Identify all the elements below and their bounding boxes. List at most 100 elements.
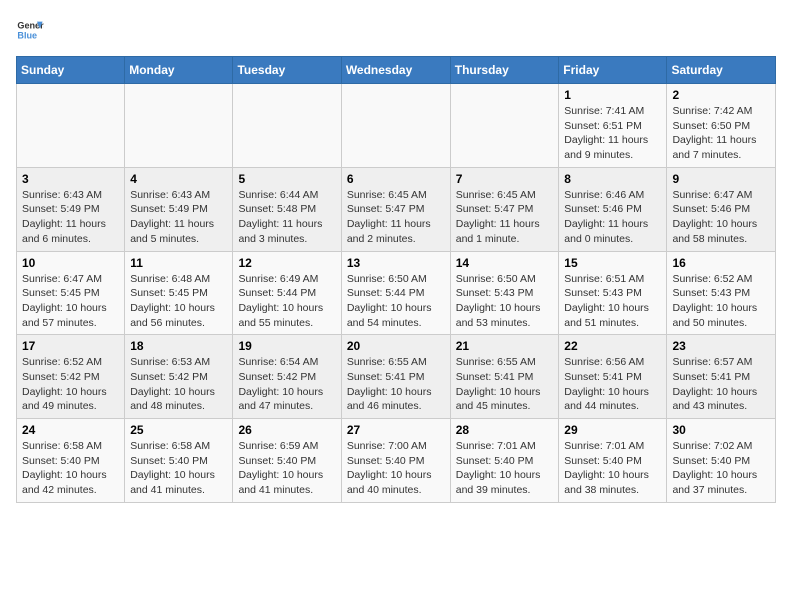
- day-number: 14: [456, 256, 554, 270]
- day-info: Sunrise: 6:47 AM Sunset: 5:45 PM Dayligh…: [22, 272, 119, 331]
- day-cell: 8 Sunrise: 6:46 AM Sunset: 5:46 PM Daylig…: [559, 167, 667, 251]
- day-cell: [450, 84, 559, 168]
- day-info: Sunrise: 7:41 AM Sunset: 6:51 PM Dayligh…: [564, 104, 661, 163]
- day-cell: 10Sunrise: 6:47 AM Sunset: 5:45 PM Dayli…: [17, 251, 125, 335]
- day-info: Sunrise: 7:02 AM Sunset: 5:40 PM Dayligh…: [672, 439, 770, 498]
- svg-text:Blue: Blue: [17, 30, 37, 40]
- header-cell-tuesday: Tuesday: [233, 57, 341, 84]
- day-cell: 22 Sunrise: 6:56 AM Sunset: 5:41 PM Dayli…: [559, 335, 667, 419]
- day-cell: 17 Sunrise: 6:52 AM Sunset: 5:42 PM Dayli…: [17, 335, 125, 419]
- day-cell: 12Sunrise: 6:49 AM Sunset: 5:44 PM Dayli…: [233, 251, 341, 335]
- day-number: 4: [130, 172, 227, 186]
- day-info: Sunrise: 6:56 AM Sunset: 5:41 PM Dayligh…: [564, 355, 661, 414]
- logo: General Blue: [16, 16, 44, 44]
- day-info: Sunrise: 6:58 AM Sunset: 5:40 PM Dayligh…: [130, 439, 227, 498]
- day-cell: 28Sunrise: 7:01 AM Sunset: 5:40 PM Dayli…: [450, 419, 559, 503]
- day-info: Sunrise: 6:52 AM Sunset: 5:43 PM Dayligh…: [672, 272, 770, 331]
- calendar-table: SundayMondayTuesdayWednesdayThursdayFrid…: [16, 56, 776, 503]
- day-cell: 20 Sunrise: 6:55 AM Sunset: 5:41 PM Dayli…: [341, 335, 450, 419]
- day-cell: 1 Sunrise: 7:41 AM Sunset: 6:51 PM Daylig…: [559, 84, 667, 168]
- day-info: Sunrise: 6:46 AM Sunset: 5:46 PM Dayligh…: [564, 188, 661, 247]
- day-number: 1: [564, 88, 661, 102]
- day-cell: 9 Sunrise: 6:47 AM Sunset: 5:46 PM Daylig…: [667, 167, 776, 251]
- week-row: 1 Sunrise: 7:41 AM Sunset: 6:51 PM Daylig…: [17, 84, 776, 168]
- calendar-body: 1 Sunrise: 7:41 AM Sunset: 6:51 PM Daylig…: [17, 84, 776, 503]
- day-number: 22: [564, 339, 661, 353]
- day-number: 12: [238, 256, 335, 270]
- day-info: Sunrise: 6:45 AM Sunset: 5:47 PM Dayligh…: [456, 188, 554, 247]
- day-info: Sunrise: 7:42 AM Sunset: 6:50 PM Dayligh…: [672, 104, 770, 163]
- day-cell: 29 Sunrise: 7:01 AM Sunset: 5:40 PM Dayli…: [559, 419, 667, 503]
- day-cell: 14Sunrise: 6:50 AM Sunset: 5:43 PM Dayli…: [450, 251, 559, 335]
- header-cell-friday: Friday: [559, 57, 667, 84]
- day-cell: [341, 84, 450, 168]
- header-cell-sunday: Sunday: [17, 57, 125, 84]
- day-cell: 27Sunrise: 7:00 AM Sunset: 5:40 PM Dayli…: [341, 419, 450, 503]
- day-info: Sunrise: 6:47 AM Sunset: 5:46 PM Dayligh…: [672, 188, 770, 247]
- day-info: Sunrise: 6:53 AM Sunset: 5:42 PM Dayligh…: [130, 355, 227, 414]
- day-number: 24: [22, 423, 119, 437]
- week-row: 17 Sunrise: 6:52 AM Sunset: 5:42 PM Dayli…: [17, 335, 776, 419]
- day-info: Sunrise: 6:52 AM Sunset: 5:42 PM Dayligh…: [22, 355, 119, 414]
- day-number: 29: [564, 423, 661, 437]
- day-number: 21: [456, 339, 554, 353]
- day-number: 26: [238, 423, 335, 437]
- day-cell: [125, 84, 233, 168]
- day-info: Sunrise: 6:51 AM Sunset: 5:43 PM Dayligh…: [564, 272, 661, 331]
- day-number: 8: [564, 172, 661, 186]
- day-number: 23: [672, 339, 770, 353]
- day-info: Sunrise: 6:45 AM Sunset: 5:47 PM Dayligh…: [347, 188, 445, 247]
- header-cell-thursday: Thursday: [450, 57, 559, 84]
- day-number: 27: [347, 423, 445, 437]
- day-cell: 16 Sunrise: 6:52 AM Sunset: 5:43 PM Dayli…: [667, 251, 776, 335]
- day-cell: 13Sunrise: 6:50 AM Sunset: 5:44 PM Dayli…: [341, 251, 450, 335]
- day-number: 30: [672, 423, 770, 437]
- week-row: 10Sunrise: 6:47 AM Sunset: 5:45 PM Dayli…: [17, 251, 776, 335]
- calendar-header: SundayMondayTuesdayWednesdayThursdayFrid…: [17, 57, 776, 84]
- day-cell: 6 Sunrise: 6:45 AM Sunset: 5:47 PM Daylig…: [341, 167, 450, 251]
- day-cell: 2Sunrise: 7:42 AM Sunset: 6:50 PM Daylig…: [667, 84, 776, 168]
- page-header: General Blue: [16, 16, 776, 44]
- day-cell: 25 Sunrise: 6:58 AM Sunset: 5:40 PM Dayli…: [125, 419, 233, 503]
- header-cell-wednesday: Wednesday: [341, 57, 450, 84]
- day-number: 7: [456, 172, 554, 186]
- day-number: 6: [347, 172, 445, 186]
- day-info: Sunrise: 7:01 AM Sunset: 5:40 PM Dayligh…: [564, 439, 661, 498]
- day-info: Sunrise: 6:55 AM Sunset: 5:41 PM Dayligh…: [347, 355, 445, 414]
- day-cell: 30 Sunrise: 7:02 AM Sunset: 5:40 PM Dayli…: [667, 419, 776, 503]
- day-number: 17: [22, 339, 119, 353]
- logo-icon: General Blue: [16, 16, 44, 44]
- day-cell: 5 Sunrise: 6:44 AM Sunset: 5:48 PM Daylig…: [233, 167, 341, 251]
- day-number: 5: [238, 172, 335, 186]
- header-row: SundayMondayTuesdayWednesdayThursdayFrid…: [17, 57, 776, 84]
- day-number: 16: [672, 256, 770, 270]
- day-info: Sunrise: 6:48 AM Sunset: 5:45 PM Dayligh…: [130, 272, 227, 331]
- day-number: 18: [130, 339, 227, 353]
- day-number: 11: [130, 256, 227, 270]
- day-info: Sunrise: 6:54 AM Sunset: 5:42 PM Dayligh…: [238, 355, 335, 414]
- day-cell: [17, 84, 125, 168]
- day-number: 15: [564, 256, 661, 270]
- week-row: 3 Sunrise: 6:43 AM Sunset: 5:49 PM Daylig…: [17, 167, 776, 251]
- day-number: 20: [347, 339, 445, 353]
- day-cell: 24Sunrise: 6:58 AM Sunset: 5:40 PM Dayli…: [17, 419, 125, 503]
- day-info: Sunrise: 6:55 AM Sunset: 5:41 PM Dayligh…: [456, 355, 554, 414]
- day-cell: 21 Sunrise: 6:55 AM Sunset: 5:41 PM Dayli…: [450, 335, 559, 419]
- day-cell: 15 Sunrise: 6:51 AM Sunset: 5:43 PM Dayli…: [559, 251, 667, 335]
- day-cell: 18 Sunrise: 6:53 AM Sunset: 5:42 PM Dayli…: [125, 335, 233, 419]
- day-number: 25: [130, 423, 227, 437]
- day-cell: 11 Sunrise: 6:48 AM Sunset: 5:45 PM Dayli…: [125, 251, 233, 335]
- day-cell: 23 Sunrise: 6:57 AM Sunset: 5:41 PM Dayli…: [667, 335, 776, 419]
- day-cell: 26 Sunrise: 6:59 AM Sunset: 5:40 PM Dayli…: [233, 419, 341, 503]
- header-cell-monday: Monday: [125, 57, 233, 84]
- day-cell: 3Sunrise: 6:43 AM Sunset: 5:49 PM Daylig…: [17, 167, 125, 251]
- day-number: 28: [456, 423, 554, 437]
- day-info: Sunrise: 6:43 AM Sunset: 5:49 PM Dayligh…: [130, 188, 227, 247]
- day-info: Sunrise: 6:59 AM Sunset: 5:40 PM Dayligh…: [238, 439, 335, 498]
- day-info: Sunrise: 6:57 AM Sunset: 5:41 PM Dayligh…: [672, 355, 770, 414]
- day-info: Sunrise: 6:44 AM Sunset: 5:48 PM Dayligh…: [238, 188, 335, 247]
- day-cell: [233, 84, 341, 168]
- header-cell-saturday: Saturday: [667, 57, 776, 84]
- day-number: 3: [22, 172, 119, 186]
- day-number: 9: [672, 172, 770, 186]
